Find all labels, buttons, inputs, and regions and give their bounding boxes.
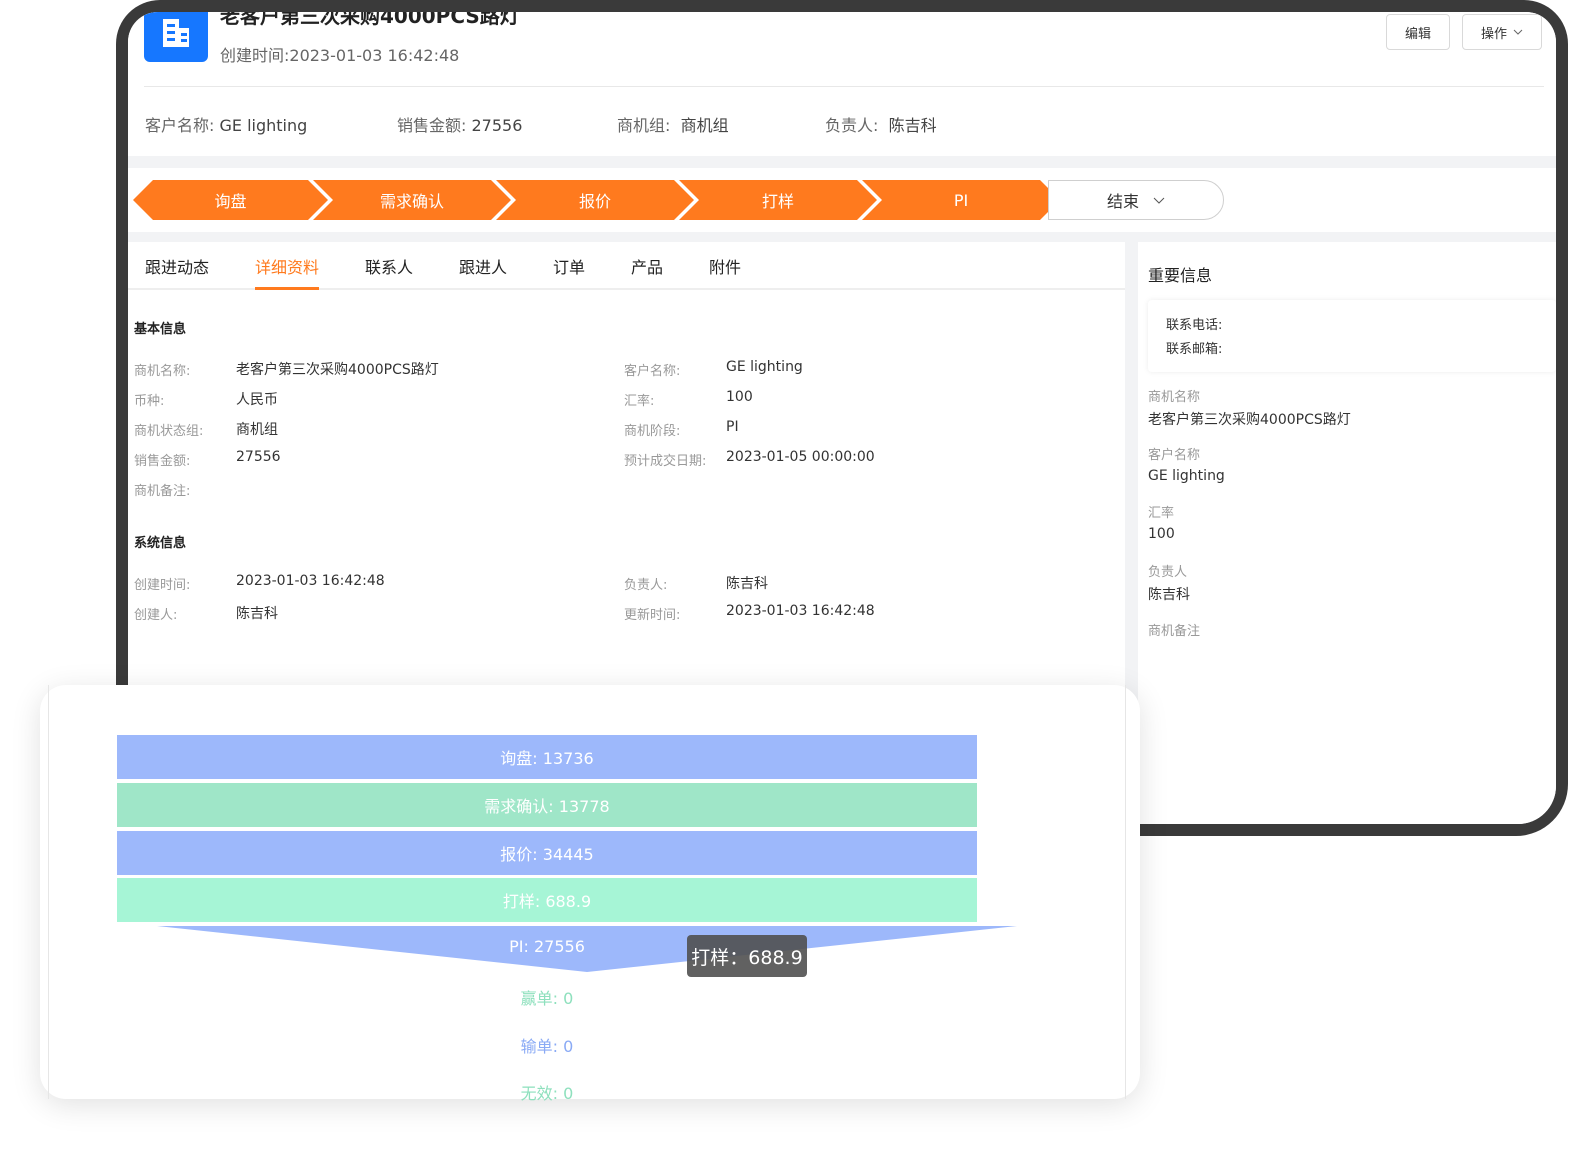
field-label: 销售金额: [134, 454, 191, 469]
edit-label: 编辑 [1404, 26, 1431, 42]
detail-header: 老客户第三次采购4000PCS路灯 创建时间:2023-01-03 16:42:… [128, 12, 1556, 156]
field-value: 2023-01-03 16:42:48 [236, 573, 385, 589]
field-label: 商机备注: [134, 484, 191, 499]
stage-bar: 询盘 需求确认 报价 打样 PI 结束 [128, 168, 1556, 232]
summary-customer: 客户名称: GE lighting [145, 116, 308, 135]
tab-contacts[interactable]: 联系人 [365, 254, 413, 278]
header-divider [144, 86, 1544, 87]
funnel-stage-won[interactable]: 赢单: 0 [117, 985, 977, 1009]
funnel-stage-sample[interactable]: 打样: 688.9 [117, 878, 977, 922]
funnel-stage-lost[interactable]: 输单: 0 [117, 1033, 977, 1057]
building-icon [144, 12, 208, 62]
field-value: 人民币 [236, 392, 278, 408]
field-label: 客户名称: [624, 364, 681, 379]
field-label: 更新时间: [624, 608, 681, 623]
basic-info-title: 基本信息 [134, 322, 187, 337]
field-label: 汇率: [624, 394, 655, 409]
field-value: 2023-01-05 00:00:00 [726, 449, 875, 465]
funnel-tooltip: 打样：688.9 [687, 935, 807, 977]
field-value: 老客户第三次采购4000PCS路灯 [236, 362, 439, 378]
important-info-title: 重要信息 [1148, 266, 1213, 285]
side-value: 100 [1148, 526, 1175, 542]
side-value: 老客户第三次采购4000PCS路灯 [1148, 412, 1351, 428]
field-value: 陈吉科 [236, 606, 278, 622]
stage-pi[interactable]: PI [862, 180, 1060, 220]
side-label: 负责人 [1148, 565, 1188, 580]
created-time: 创建时间:2023-01-03 16:42:48 [220, 46, 460, 65]
stage-quote[interactable]: 报价 [496, 180, 694, 220]
field-label: 创建人: [134, 608, 178, 623]
tab-bar: 跟进动态 详细资料 联系人 跟进人 订单 产品 附件 [128, 242, 1125, 290]
stage-sample[interactable]: 打样 [679, 180, 877, 220]
stage-end-label: 结束 [1106, 192, 1139, 211]
stage-requirement[interactable]: 需求确认 [313, 180, 511, 220]
field-value: 商机组 [236, 422, 278, 438]
side-label: 客户名称 [1148, 448, 1201, 463]
field-value: 100 [726, 389, 753, 405]
important-info-panel: 重要信息 联系电话: 联系邮箱: 商机名称 老客户第三次采购4000PCS路灯 … [1138, 242, 1556, 824]
field-value: PI [726, 419, 739, 435]
summary-amount: 销售金额: 27556 [397, 116, 523, 135]
funnel-stage-invalid[interactable]: 无效: 0 [117, 1080, 977, 1104]
stage-end-dropdown[interactable]: 结束 [1048, 180, 1224, 220]
email-label: 联系邮箱: [1166, 342, 1223, 357]
tab-attachments[interactable]: 附件 [709, 254, 741, 278]
tab-orders[interactable]: 订单 [553, 254, 585, 278]
side-label: 汇率 [1148, 506, 1175, 521]
field-label: 币种: [134, 394, 165, 409]
funnel-stage-requirement[interactable]: 需求确认: 13778 [117, 783, 977, 827]
summary-owner: 负责人: 陈吉科 [825, 116, 937, 135]
field-label: 商机阶段: [624, 424, 681, 439]
operations-dropdown[interactable]: 操作 [1462, 14, 1542, 50]
stage-inquiry[interactable]: 询盘 [133, 180, 328, 220]
edit-button[interactable]: 编辑 [1386, 14, 1450, 50]
summary-group: 商机组: 商机组 [617, 116, 729, 135]
field-value: 2023-01-03 16:42:48 [726, 603, 875, 619]
funnel-stage-pi-label: PI: 27556 [509, 937, 585, 956]
chevron-down-icon [1153, 197, 1165, 204]
field-value: 陈吉科 [726, 576, 768, 592]
side-label: 商机名称 [1148, 390, 1201, 405]
field-label: 商机名称: [134, 364, 191, 379]
side-label: 商机备注 [1148, 624, 1201, 639]
field-value: 27556 [236, 449, 281, 465]
field-value: GE lighting [726, 359, 803, 375]
funnel-stage-quote[interactable]: 报价: 34445 [117, 831, 977, 875]
field-label: 预计成交日期: [624, 454, 707, 469]
field-label: 商机状态组: [134, 424, 204, 439]
side-value: 陈吉科 [1148, 587, 1190, 603]
operations-label: 操作 [1480, 26, 1507, 42]
contact-box: 联系电话: 联系邮箱: [1148, 300, 1556, 372]
page-title: 老客户第三次采购4000PCS路灯 [220, 12, 520, 28]
tab-follow-up[interactable]: 跟进动态 [145, 254, 209, 278]
field-label: 创建时间: [134, 578, 191, 593]
field-label: 负责人: [624, 578, 668, 593]
tab-products[interactable]: 产品 [631, 254, 663, 278]
system-info-title: 系统信息 [134, 536, 187, 551]
chevron-down-icon [1513, 29, 1523, 35]
phone-label: 联系电话: [1166, 318, 1223, 333]
tab-followers[interactable]: 跟进人 [459, 254, 507, 278]
side-value: GE lighting [1148, 468, 1225, 484]
funnel-stage-inquiry[interactable]: 询盘: 13736 [117, 735, 977, 779]
tab-details[interactable]: 详细资料 [255, 254, 320, 290]
